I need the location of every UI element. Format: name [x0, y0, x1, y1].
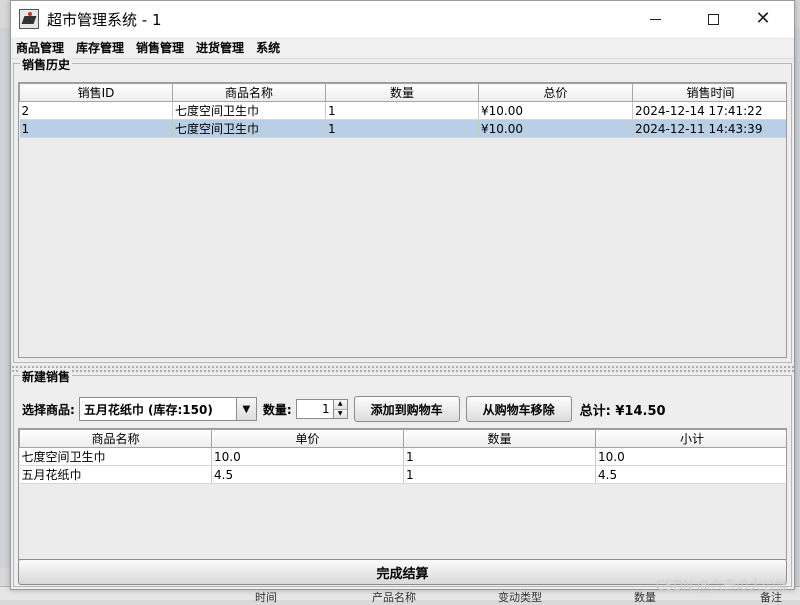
menu-purchase-management[interactable]: 进货管理: [191, 39, 251, 56]
table-row[interactable]: 五月花纸巾 4.5 1 4.5: [19, 465, 786, 484]
chevron-down-icon[interactable]: ▼: [235, 398, 256, 420]
cart-table: 商品名称 单价 数量 小计 七度空间卫生巾 10.0 1 10.0 五月花纸巾: [19, 429, 786, 484]
sales-history-title: 销售历史: [20, 56, 73, 73]
cell-total-price[interactable]: ¥10.00: [478, 101, 633, 120]
menu-sales-management[interactable]: 销售管理: [131, 39, 191, 56]
new-sale-title: 新建销售: [20, 368, 73, 385]
sales-history-panel: 销售历史 销售ID 商品名称 数量 总价 销售时间 2 七度空间卫生巾 1 ¥1…: [13, 56, 792, 363]
quantity-label: 数量:: [262, 402, 292, 417]
column-header-product-name[interactable]: 商品名称: [19, 429, 212, 448]
window-title: 超市管理系统 - 1: [47, 10, 162, 29]
quantity-stepper[interactable]: 1 ▲ ▼: [295, 399, 348, 419]
new-sale-controls: 选择商品: 五月花纸巾 (库存:150) ▼ 数量: 1 ▲ ▼ 添加到购物车 …: [22, 396, 782, 422]
maximize-button[interactable]: [690, 1, 736, 37]
cell-sale-id[interactable]: 1: [19, 119, 173, 138]
watermark: CSDN @六奇の大公猴: [655, 579, 788, 594]
title-bar[interactable]: 超市管理系统 - 1 ✕: [11, 1, 794, 37]
cell-quantity[interactable]: 1: [403, 465, 596, 484]
cell-sale-id[interactable]: 2: [19, 101, 173, 120]
cell-product-name[interactable]: 五月花纸巾: [19, 465, 212, 484]
minimize-icon: [649, 18, 661, 20]
column-header-sale-id[interactable]: 销售ID: [19, 83, 173, 102]
java-app-icon: [19, 9, 39, 29]
background-column: 变动类型: [498, 591, 542, 604]
split-pane-divider[interactable]: [11, 365, 794, 372]
column-header-total-price[interactable]: 总价: [478, 83, 633, 102]
minimize-button[interactable]: [632, 1, 678, 37]
stepper-buttons: ▲ ▼: [332, 400, 347, 418]
menu-product-management[interactable]: 商品管理: [11, 39, 71, 56]
cell-product-name[interactable]: 七度空间卫生巾: [172, 119, 326, 138]
sales-history-table: 销售ID 商品名称 数量 总价 销售时间 2 七度空间卫生巾 1 ¥10.00 …: [19, 83, 786, 138]
menu-bar: 商品管理 库存管理 销售管理 进货管理 系统: [11, 37, 794, 59]
background-column: 产品名称: [372, 591, 416, 604]
table-header-row: 销售ID 商品名称 数量 总价 销售时间: [19, 83, 786, 102]
cart-table-area[interactable]: 商品名称 单价 数量 小计 七度空间卫生巾 10.0 1 10.0 五月花纸巾: [18, 428, 787, 560]
column-header-subtotal[interactable]: 小计: [595, 429, 786, 448]
table-header-row: 商品名称 单价 数量 小计: [19, 429, 786, 448]
cell-sale-time[interactable]: 2024-12-11 14:43:39: [632, 119, 786, 138]
table-row[interactable]: 七度空间卫生巾 10.0 1 10.0: [19, 447, 786, 466]
table-row-selected[interactable]: 1 七度空间卫生巾 1 ¥10.00 2024-12-11 14:43:39: [19, 119, 786, 138]
cell-quantity[interactable]: 1: [403, 447, 596, 466]
column-header-sale-time[interactable]: 销售时间: [632, 83, 786, 102]
cart-total: 总计: ¥14.50: [579, 403, 666, 419]
cell-product-name[interactable]: 七度空间卫生巾: [19, 447, 212, 466]
cell-subtotal[interactable]: 4.5: [595, 465, 786, 484]
menu-system[interactable]: 系统: [251, 39, 287, 56]
cell-quantity[interactable]: 1: [325, 119, 479, 138]
column-header-unit-price[interactable]: 单价: [211, 429, 404, 448]
main-window: 超市管理系统 - 1 ✕ 商品管理 库存管理 销售管理 进货管理 系统 销售历史…: [10, 0, 795, 590]
cell-subtotal[interactable]: 10.0: [595, 447, 786, 466]
cell-quantity[interactable]: 1: [325, 101, 479, 120]
column-header-product-name[interactable]: 商品名称: [172, 83, 326, 102]
remove-from-cart-button[interactable]: 从购物车移除: [465, 396, 572, 422]
close-button[interactable]: ✕: [740, 1, 786, 37]
maximize-icon: [707, 13, 719, 25]
sales-history-table-area[interactable]: 销售ID 商品名称 数量 总价 销售时间 2 七度空间卫生巾 1 ¥10.00 …: [18, 82, 787, 358]
product-select-value: 五月花纸巾 (库存:150): [83, 402, 213, 417]
cell-total-price[interactable]: ¥10.00: [478, 119, 633, 138]
cell-product-name[interactable]: 七度空间卫生巾: [172, 101, 326, 120]
cell-unit-price[interactable]: 4.5: [211, 465, 404, 484]
column-header-quantity[interactable]: 数量: [325, 83, 479, 102]
column-header-quantity[interactable]: 数量: [403, 429, 596, 448]
close-icon: ✕: [755, 8, 771, 29]
table-row[interactable]: 2 七度空间卫生巾 1 ¥10.00 2024-12-14 17:41:22: [19, 101, 786, 120]
product-select[interactable]: 五月花纸巾 (库存:150) ▼: [78, 397, 257, 421]
select-product-label: 选择商品:: [22, 402, 75, 417]
background-column: 数量: [634, 591, 656, 604]
background-window-left: [0, 28, 10, 568]
menu-inventory-management[interactable]: 库存管理: [71, 39, 131, 56]
cell-unit-price[interactable]: 10.0: [211, 447, 404, 466]
new-sale-panel: 新建销售 选择商品: 五月花纸巾 (库存:150) ▼ 数量: 1 ▲ ▼ 添加…: [13, 368, 792, 587]
decrement-icon[interactable]: ▼: [333, 408, 347, 418]
quantity-input[interactable]: 1: [297, 400, 333, 418]
cell-sale-time[interactable]: 2024-12-14 17:41:22: [632, 101, 786, 120]
add-to-cart-button[interactable]: 添加到购物车: [353, 396, 460, 422]
increment-icon[interactable]: ▲: [333, 400, 347, 409]
background-column: 时间: [255, 591, 277, 604]
